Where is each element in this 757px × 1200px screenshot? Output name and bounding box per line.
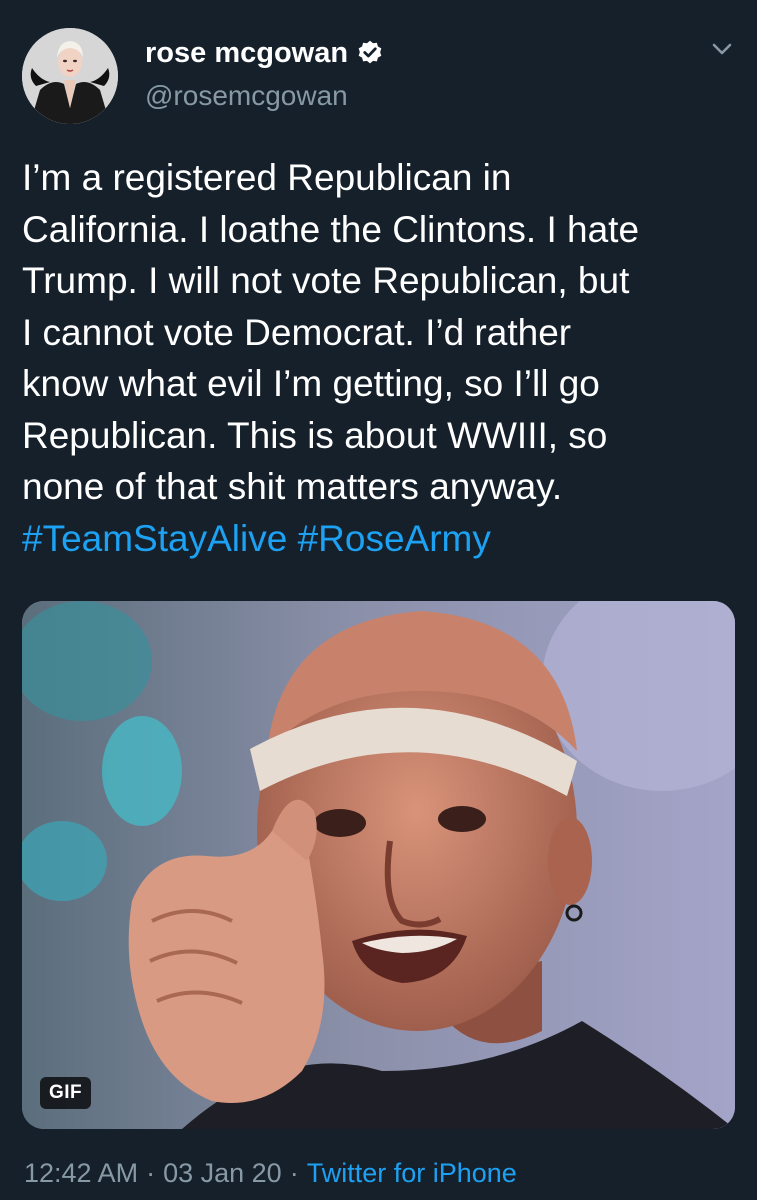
gif-badge: GIF	[40, 1077, 92, 1109]
tweet-text-line: I cannot vote Democrat. I’d rather	[22, 311, 572, 353]
footer-separator: ·	[146, 1158, 156, 1188]
tweet-text-line: California. I loathe the Clintons. I hat…	[22, 208, 640, 250]
gif-media[interactable]: GIF	[22, 601, 735, 1129]
tweet-footer: 12:42 AM · 03 Jan 20 · Twitter for iPhone	[24, 1158, 517, 1189]
tweet-text: I’m a registered Republican in Californi…	[22, 152, 737, 564]
tweet-text-line: Republican. This is about WWIII, so	[22, 414, 608, 456]
tweet-text-line: none of that shit matters anyway.	[22, 466, 563, 507]
display-name[interactable]: rose mcgowan	[145, 37, 348, 70]
gif-image	[22, 601, 735, 1129]
chevron-down-icon[interactable]	[707, 34, 737, 64]
tweet-text-line: Trump. I will not vote Republican, but	[22, 260, 630, 301]
hashtag-line: #TeamStayAlive #RoseArmy	[22, 513, 737, 565]
name-block: rose mcgowan @rosemcgowan	[145, 36, 384, 112]
user-handle[interactable]: @rosemcgowan	[145, 80, 384, 112]
tweet: rose mcgowan @rosemcgowan I’m a register…	[0, 0, 757, 1200]
tweet-date[interactable]: 03 Jan 20	[163, 1158, 282, 1188]
tweet-text-line: know what evil I’m getting, so I’ll go	[22, 363, 600, 404]
display-name-row: rose mcgowan	[145, 36, 384, 70]
tweet-text-line: I’m a registered Republican in	[22, 157, 512, 198]
footer-separator: ·	[289, 1158, 299, 1188]
avatar[interactable]	[22, 28, 118, 124]
tweet-header: rose mcgowan @rosemcgowan	[22, 20, 737, 124]
tweet-source-link[interactable]: Twitter for iPhone	[307, 1158, 517, 1188]
tweet-time[interactable]: 12:42 AM	[24, 1158, 138, 1188]
verified-badge-icon	[358, 40, 382, 64]
hashtag-link[interactable]: #TeamStayAlive	[22, 518, 287, 559]
hashtag-link[interactable]: #RoseArmy	[298, 518, 491, 559]
avatar-image	[22, 28, 118, 124]
